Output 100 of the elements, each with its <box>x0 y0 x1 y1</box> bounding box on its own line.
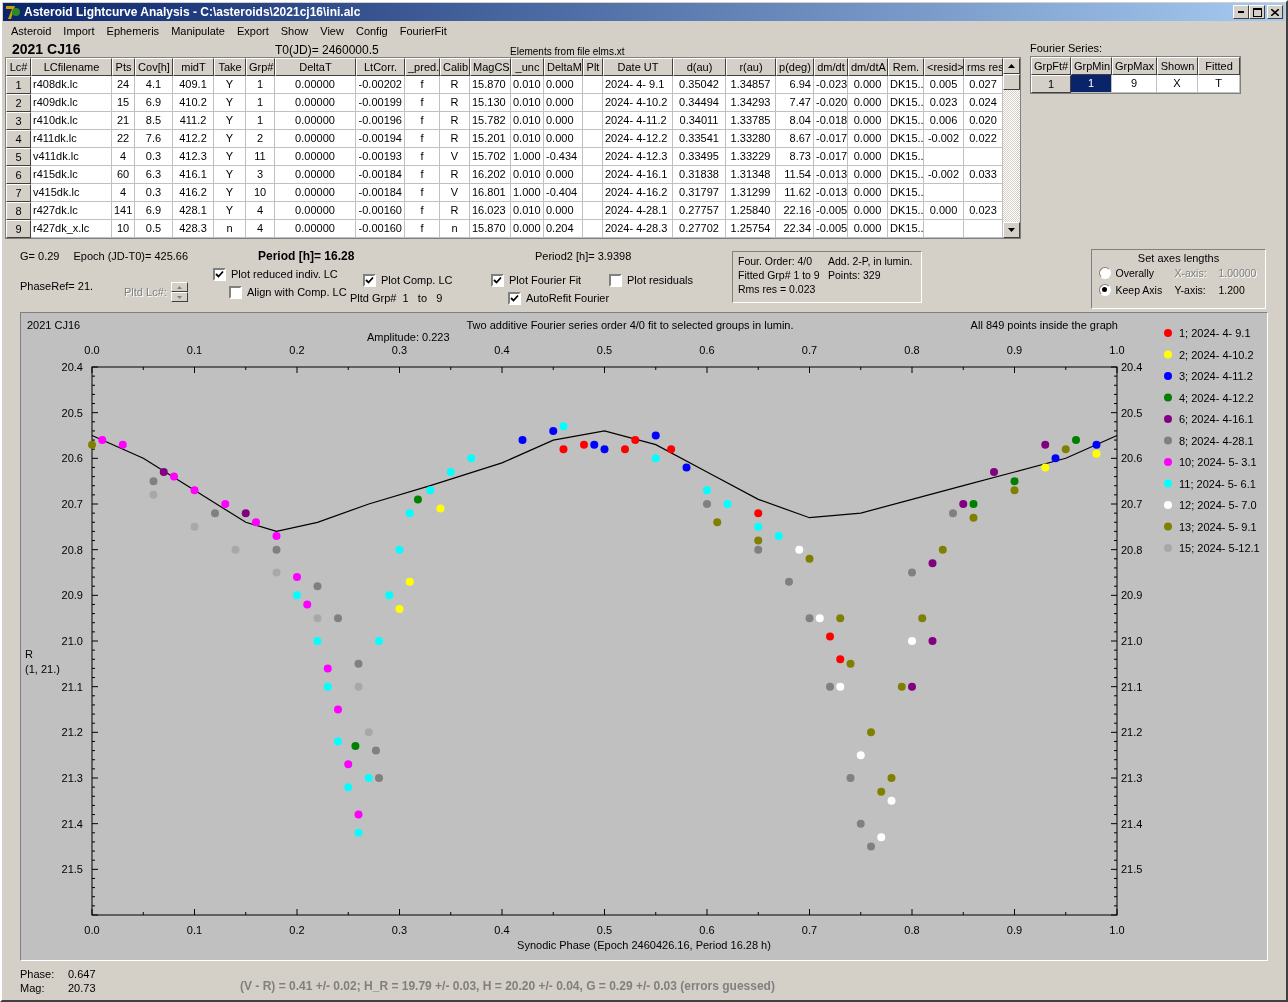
tick-label: 0.8 <box>904 924 920 936</box>
table-cell: 16.202 <box>470 166 511 184</box>
table-cell: 7.47 <box>776 94 814 112</box>
table-cell: 1.33280 <box>726 130 776 148</box>
table-cell: Y <box>214 112 246 130</box>
table-cell: 0.27702 <box>673 220 726 238</box>
table-cell: 0.024 <box>964 94 1003 112</box>
column-header[interactable]: Take <box>214 58 246 76</box>
row-header[interactable]: 3 <box>6 112 31 130</box>
table-cell: 0.00000 <box>275 76 356 94</box>
axis-label: Y-axis: <box>1174 283 1207 296</box>
table-cell: 0.00000 <box>275 184 356 202</box>
table-cell: 2024- 4-12.2 <box>603 130 673 148</box>
table-cell: 0.00000 <box>275 112 356 130</box>
table-cell: -0.018 <box>814 112 848 130</box>
column-header[interactable]: _pred. <box>405 58 440 76</box>
table-cell: 412.3 <box>173 148 214 166</box>
column-header[interactable]: Rem. <box>888 58 924 76</box>
row-header[interactable]: 7 <box>6 184 31 202</box>
table-cell: 10 <box>112 220 135 238</box>
column-header[interactable]: Cov[h] <box>135 58 173 76</box>
tick-label: 1.0 <box>1109 344 1125 356</box>
table-cell: 15.702 <box>470 148 511 166</box>
column-header[interactable]: MagCS <box>470 58 511 76</box>
column-header[interactable]: GrpMax <box>1112 57 1157 75</box>
checkbox[interactable]: Plot Comp. LC <box>363 273 453 287</box>
table-cell: n <box>214 220 246 238</box>
tick-label: 21.3 <box>1121 772 1143 784</box>
tick-label: 0.3 <box>391 924 408 936</box>
row-header[interactable]: 5 <box>6 148 31 166</box>
column-header[interactable]: dm/dt <box>814 58 848 76</box>
column-header[interactable]: r(au) <box>726 58 776 76</box>
row-header[interactable]: 4 <box>6 130 31 148</box>
column-header[interactable]: dm/dtA <box>848 58 888 76</box>
table-cell: R <box>440 94 470 112</box>
fit-summary-text: Four. Order: 4/0 <box>738 255 814 267</box>
column-header[interactable]: DeltaT <box>275 58 356 76</box>
table-cell: -0.00160 <box>356 202 405 220</box>
table-cell: 0.5 <box>135 220 173 238</box>
pltd-lc-label: Pltd Lc#: <box>124 286 167 298</box>
column-header[interactable]: <resid> <box>924 58 964 76</box>
table-cell: 10 <box>246 184 275 202</box>
tick-label: 0.6 <box>699 924 715 936</box>
row-header[interactable]: 6 <box>6 166 31 184</box>
column-header[interactable]: GrpMin <box>1071 57 1112 75</box>
legend-label: 15; 2024- 5-12.1 <box>1179 542 1260 554</box>
table-cell: 2024- 4-12.3 <box>603 148 673 166</box>
table-cell: Y <box>214 76 246 94</box>
table-cell: 412.2 <box>173 130 214 148</box>
row-header[interactable]: 1 <box>6 76 31 94</box>
table-cell[interactable]: 1 <box>1031 75 1071 93</box>
column-header[interactable]: Grp# <box>246 58 275 76</box>
column-header[interactable]: d(au) <box>673 58 726 76</box>
table-cell: -0.002 <box>924 130 964 148</box>
column-header[interactable]: Lc# <box>6 58 31 76</box>
column-header[interactable]: midT <box>173 58 214 76</box>
column-header[interactable]: Shown <box>1157 57 1198 75</box>
menu-item[interactable]: View <box>314 24 350 37</box>
menu-item[interactable]: Show <box>274 24 315 37</box>
checkbox[interactable]: Align with Comp. LC <box>229 285 347 299</box>
table-cell: -0.023 <box>814 76 848 94</box>
column-header[interactable]: LtCorr. <box>356 58 405 76</box>
table-cell: 22.34 <box>776 220 814 238</box>
table-cell[interactable]: T <box>1198 75 1240 93</box>
menu-item[interactable]: Ephemeris <box>100 24 166 37</box>
column-header[interactable]: GrpFt# <box>1031 57 1071 75</box>
table-cell: 0.34494 <box>673 94 726 112</box>
table-cell[interactable]: 1 <box>1071 75 1112 93</box>
table-cell: 6.94 <box>776 76 814 94</box>
column-header[interactable]: Date UT <box>603 58 673 76</box>
table-cell: 0.00000 <box>275 220 356 238</box>
table-cell: V <box>440 148 470 166</box>
table-cell: 15 <box>112 94 135 112</box>
axis-label: X-axis: <box>1174 266 1208 279</box>
row-header[interactable]: 8 <box>6 202 31 220</box>
row-header[interactable]: 2 <box>6 94 31 112</box>
checkbox[interactable]: Plot Fourier Fit <box>491 273 582 287</box>
column-header[interactable]: LCfilename <box>31 58 112 76</box>
checkbox[interactable]: AutoRefit Fourier <box>508 291 610 305</box>
column-header[interactable]: DeltaM <box>544 58 583 76</box>
menu-item[interactable]: Config <box>349 24 394 37</box>
table-cell: 15.201 <box>470 130 511 148</box>
tick-label: 0.1 <box>186 344 203 356</box>
table-cell: 0.000 <box>848 184 888 202</box>
menu-item[interactable]: Asteroid <box>5 24 58 37</box>
menu-item[interactable]: Import <box>57 24 101 37</box>
column-header[interactable]: Fitted <box>1198 57 1240 75</box>
checkbox[interactable]: Plot reduced indiv. LC <box>213 267 338 281</box>
column-header[interactable]: _unc <box>511 58 544 76</box>
column-header[interactable]: p(deg) <box>776 58 814 76</box>
radio-button[interactable]: Keep Axis <box>1098 283 1175 296</box>
column-header[interactable]: Pts <box>112 58 135 76</box>
column-header[interactable]: Plt <box>583 58 603 76</box>
checkbox[interactable]: Plot residuals <box>609 273 694 287</box>
menu-item[interactable]: FourierFit <box>393 24 453 37</box>
menu-item[interactable]: Manipulate <box>165 24 231 37</box>
table-cell[interactable]: X <box>1157 75 1198 93</box>
table-cell[interactable]: 9 <box>1112 75 1157 93</box>
row-header[interactable]: 9 <box>6 220 31 238</box>
menu-item[interactable]: Export <box>230 24 275 37</box>
